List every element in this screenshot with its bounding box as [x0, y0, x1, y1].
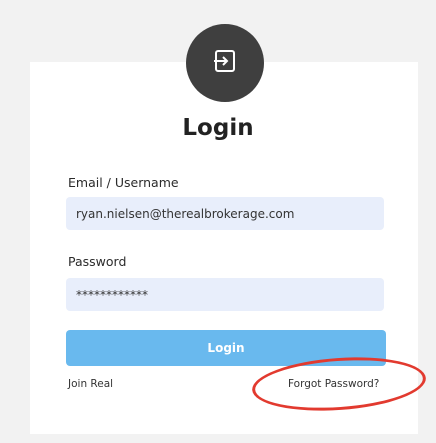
email-field[interactable]	[66, 197, 384, 230]
password-label: Password	[68, 254, 127, 269]
avatar	[186, 24, 264, 102]
join-real-link[interactable]: Join Real	[68, 378, 113, 390]
password-field[interactable]	[66, 278, 384, 311]
page-title: Login	[182, 115, 254, 141]
email-label: Email / Username	[68, 175, 179, 190]
forgot-password-link[interactable]: Forgot Password?	[288, 378, 379, 390]
login-button[interactable]: Login	[66, 330, 386, 366]
login-arrow-icon	[210, 46, 240, 80]
